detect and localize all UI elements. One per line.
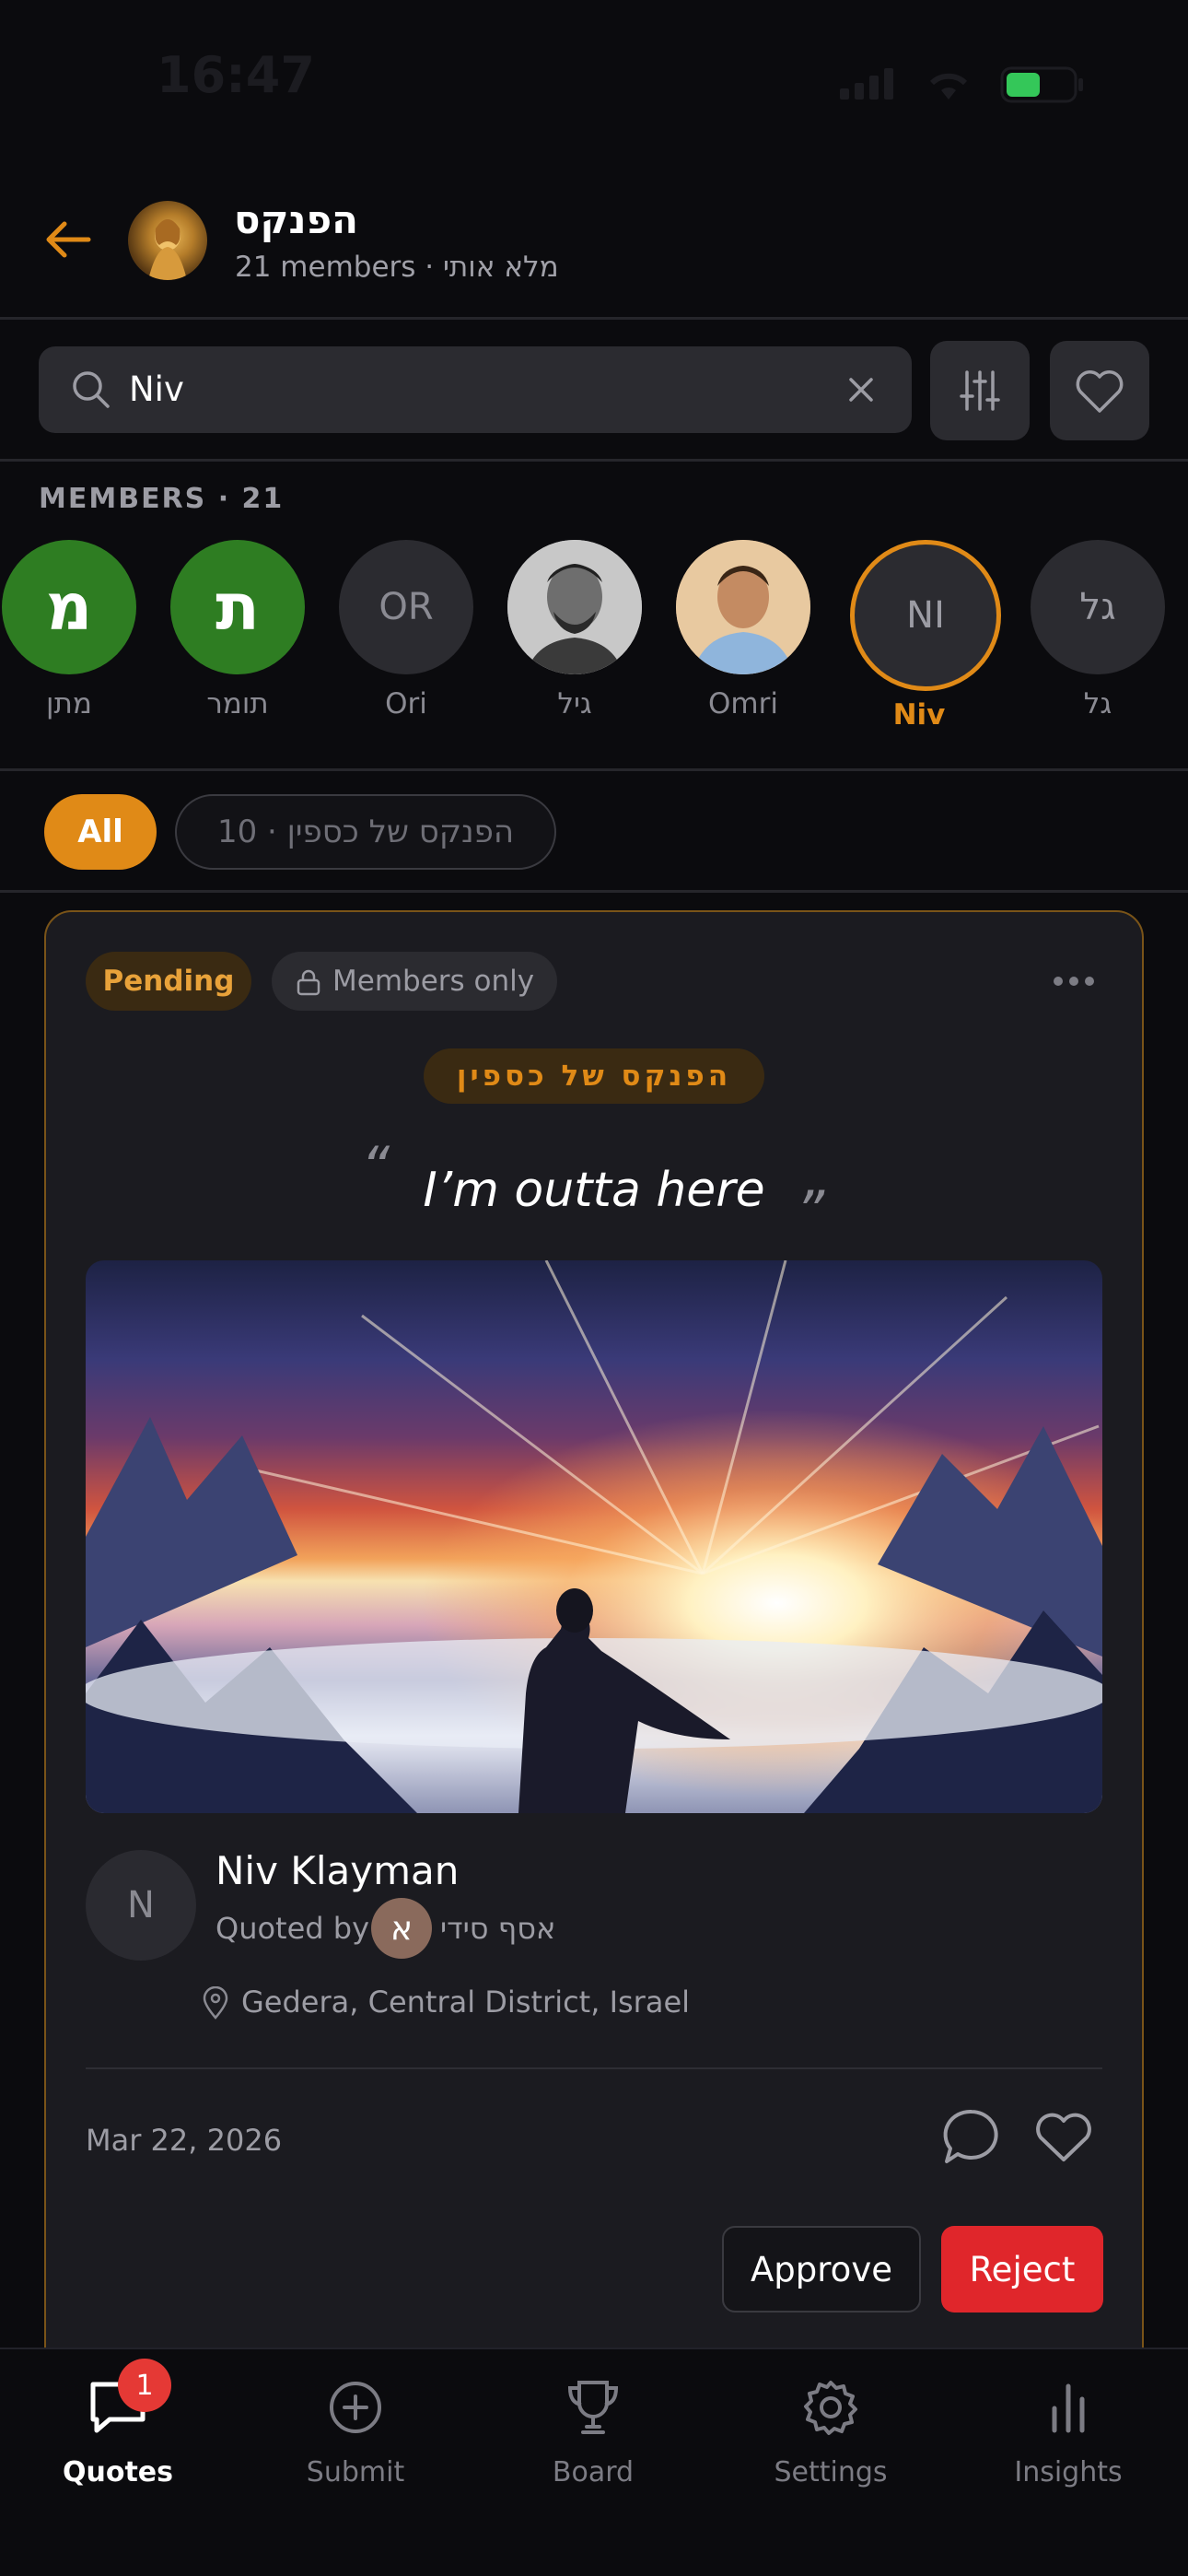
member-matan[interactable]: מ מתן bbox=[0, 540, 138, 720]
approve-button[interactable]: Approve bbox=[722, 2226, 921, 2313]
quote-image bbox=[86, 1260, 1102, 1813]
plus-circle-icon bbox=[330, 2382, 381, 2433]
member-gal[interactable]: גל גל bbox=[1029, 540, 1167, 720]
status-time: 16:47 bbox=[157, 46, 315, 104]
card-divider bbox=[86, 2067, 1102, 2069]
quotes-badge: 1 bbox=[118, 2359, 171, 2412]
member-photo bbox=[676, 540, 810, 674]
tab-label: Insights bbox=[1014, 2456, 1123, 2488]
clear-search-icon[interactable] bbox=[845, 374, 877, 405]
wifi-icon bbox=[929, 73, 968, 100]
reject-button[interactable]: Reject bbox=[941, 2226, 1103, 2313]
bottom-tab-bar: Quotes Submit Board Settings Insights bbox=[0, 2348, 1188, 2576]
status-badge: Pending bbox=[86, 952, 251, 1011]
member-name: Omri bbox=[708, 687, 778, 720]
member-name: גל bbox=[1083, 687, 1112, 720]
member-avatar bbox=[507, 540, 642, 674]
divider bbox=[0, 768, 1188, 771]
tab-board[interactable]: Board bbox=[501, 2375, 685, 2488]
member-name: תומר bbox=[206, 687, 269, 720]
more-options-icon[interactable] bbox=[1052, 975, 1096, 988]
app-screen: 16:47 הפנקס 21 members · מלא אותי Niv ME… bbox=[0, 0, 1188, 2576]
quote-date: Mar 22, 2026 bbox=[86, 2123, 283, 2158]
member-avatar bbox=[676, 540, 810, 674]
bar-chart-icon bbox=[1052, 2383, 1085, 2433]
member-name: מתן bbox=[46, 687, 92, 720]
member-niv-selected[interactable]: NI Niv bbox=[850, 540, 1001, 732]
member-gil[interactable]: גיל bbox=[506, 540, 644, 720]
divider bbox=[0, 317, 1188, 320]
group-avatar[interactable] bbox=[128, 201, 207, 280]
tab-label: Quotes bbox=[62, 2456, 173, 2488]
member-avatar: ת bbox=[170, 540, 305, 674]
group-header: הפנקס 21 members · מלא אותי bbox=[0, 193, 1188, 295]
member-tomer[interactable]: ת תומר bbox=[169, 540, 307, 720]
quote-text: I’m outta here bbox=[423, 1163, 765, 1218]
quoted-by-label: Quoted by bbox=[215, 1911, 370, 1946]
lock-icon bbox=[297, 969, 320, 996]
gear-icon bbox=[804, 2381, 857, 2435]
member-name: Niv bbox=[892, 698, 946, 732]
search-bar[interactable]: Niv bbox=[39, 346, 912, 433]
favorites-button[interactable] bbox=[1050, 341, 1149, 440]
divider bbox=[0, 459, 1188, 462]
back-arrow-icon[interactable] bbox=[41, 212, 96, 267]
visibility-label: Members only bbox=[332, 965, 535, 998]
tab-label: Submit bbox=[306, 2456, 405, 2488]
member-omri[interactable]: Omri bbox=[674, 540, 812, 720]
comment-icon[interactable] bbox=[941, 2106, 1002, 2167]
members-section-label: MEMBERS · 21 bbox=[39, 483, 285, 515]
tab-submit[interactable]: Submit bbox=[263, 2375, 448, 2488]
trophy-icon bbox=[567, 2381, 619, 2434]
member-avatar: מ bbox=[2, 540, 136, 674]
battery-icon bbox=[1000, 66, 1083, 103]
member-avatar: NI bbox=[850, 540, 1001, 691]
signal-icon bbox=[840, 68, 893, 100]
author-name[interactable]: Niv Klayman bbox=[215, 1848, 459, 1893]
filter-button[interactable] bbox=[930, 341, 1030, 440]
tab-label: Settings bbox=[774, 2456, 888, 2488]
heart-icon bbox=[1076, 370, 1124, 413]
tab-insights[interactable]: Insights bbox=[976, 2375, 1160, 2488]
member-avatar: גל bbox=[1031, 540, 1165, 674]
group-subtitle: 21 members · מלא אותי bbox=[235, 251, 559, 284]
author-avatar[interactable]: N bbox=[86, 1850, 196, 1961]
quoted-by-avatar[interactable]: א bbox=[371, 1898, 432, 1959]
search-input[interactable]: Niv bbox=[129, 369, 184, 409]
member-ori[interactable]: OR Ori bbox=[337, 540, 475, 720]
divider bbox=[0, 890, 1188, 893]
quoted-by-name[interactable]: אסף סידי bbox=[440, 1911, 555, 1946]
book-tag: הפנקס של כספין bbox=[424, 1048, 764, 1104]
sliders-icon bbox=[960, 370, 1000, 411]
search-icon bbox=[73, 371, 110, 408]
member-photo bbox=[507, 540, 642, 674]
member-name: Ori bbox=[385, 687, 427, 720]
filter-chip-book[interactable]: 10 · הפנקס של כספין bbox=[175, 794, 556, 870]
group-avatar-image bbox=[148, 219, 187, 280]
tab-label: Board bbox=[552, 2456, 635, 2488]
location-pin-icon bbox=[203, 1986, 228, 2020]
quote-location: Gedera, Central District, Israel bbox=[241, 1985, 691, 2020]
status-bar: 16:47 bbox=[0, 46, 1188, 120]
close-quote-mark: ” bbox=[796, 1179, 825, 1244]
tab-settings[interactable]: Settings bbox=[739, 2375, 923, 2488]
member-name: גיל bbox=[557, 687, 592, 720]
quote-illustration bbox=[86, 1260, 1102, 1813]
group-title: הפנקס bbox=[234, 197, 358, 242]
visibility-badge: Members only bbox=[272, 952, 557, 1011]
member-avatar: OR bbox=[339, 540, 473, 674]
like-heart-icon[interactable] bbox=[1033, 2110, 1094, 2165]
filter-chip-all[interactable]: All bbox=[44, 794, 157, 870]
